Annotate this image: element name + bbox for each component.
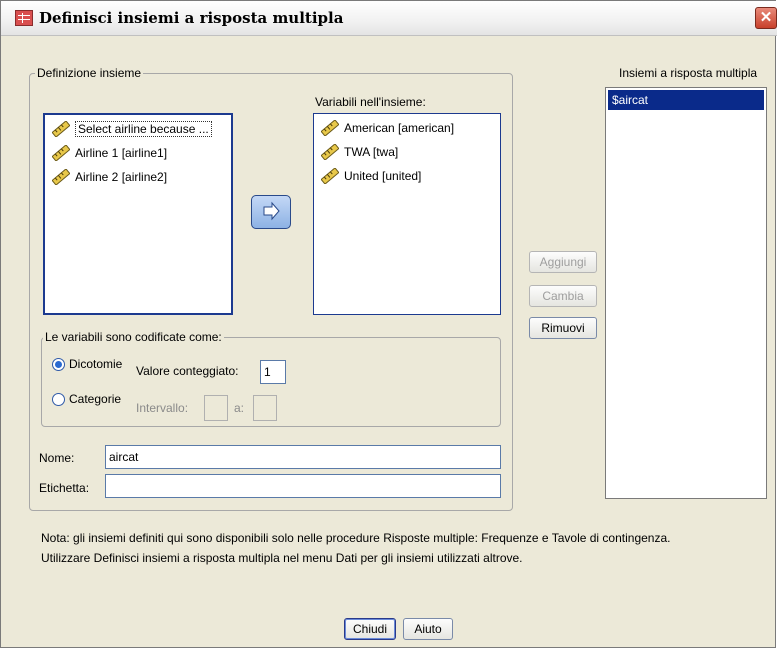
list-item[interactable]: American [american] — [314, 116, 500, 140]
ruler-icon — [321, 144, 339, 160]
change-button[interactable]: Cambia — [529, 285, 597, 307]
list-item-label: American [american] — [344, 121, 455, 135]
name-input[interactable]: aircat — [105, 445, 501, 469]
source-variable-list[interactable]: Select airline because ... Airline 1 [ai… — [43, 113, 233, 315]
list-item[interactable]: $aircat — [608, 90, 764, 110]
dichotomies-radio[interactable] — [52, 358, 65, 371]
note-line-2: Utilizzare Definisci insiemi a risposta … — [41, 551, 523, 565]
move-right-button[interactable] — [251, 195, 291, 229]
list-item-label: Airline 2 [airline2] — [75, 170, 168, 184]
window-title: Definisci insiemi a risposta multipla — [39, 9, 344, 27]
list-item[interactable]: Select airline because ... — [45, 117, 231, 141]
close-window-button[interactable]: ✕ — [755, 7, 777, 29]
help-button[interactable]: Aiuto — [403, 618, 453, 640]
list-item-label: Airline 1 [airline1] — [75, 146, 168, 160]
categories-radio[interactable] — [52, 393, 65, 406]
ruler-icon — [52, 145, 70, 161]
list-item-label: TWA [twa] — [344, 145, 399, 159]
dialog-window: Definisci insiemi a risposta multipla ✕ … — [0, 0, 777, 648]
close-button[interactable]: Chiudi — [344, 618, 396, 640]
counted-value-input[interactable]: 1 — [260, 360, 286, 384]
range-to-label: a: — [234, 401, 245, 415]
set-variables-label: Variabili nell'insieme: — [315, 95, 426, 109]
categories-label[interactable]: Categorie — [69, 392, 121, 406]
remove-button[interactable]: Rimuovi — [529, 317, 597, 339]
set-variables-list[interactable]: American [american] TWA [twa] United [un… — [313, 113, 501, 315]
arrow-right-icon — [263, 201, 280, 221]
range-from-input — [204, 395, 228, 421]
list-item[interactable]: Airline 1 [airline1] — [45, 141, 231, 165]
range-to-input — [253, 395, 277, 421]
note-line-1: Nota: gli insiemi definiti qui sono disp… — [41, 531, 671, 545]
list-item[interactable]: Airline 2 [airline2] — [45, 165, 231, 189]
name-label: Nome: — [39, 451, 75, 465]
list-item-label: United [united] — [344, 169, 422, 183]
ruler-icon — [321, 120, 339, 136]
ruler-icon — [321, 168, 339, 184]
title-bar: Definisci insiemi a risposta multipla ✕ — [1, 1, 777, 36]
list-item-label: Select airline because ... — [75, 121, 212, 137]
response-sets-list[interactable]: $aircat — [605, 87, 767, 499]
dichotomies-label[interactable]: Dicotomie — [69, 357, 122, 371]
coding-group-legend: Le variabili sono codificate come: — [43, 330, 224, 344]
counted-value-label: Valore conteggiato: — [136, 364, 239, 378]
definition-group-legend: Definizione insieme — [35, 66, 144, 80]
list-item[interactable]: United [united] — [314, 164, 500, 188]
add-button[interactable]: Aggiungi — [529, 251, 597, 273]
sets-list-label: Insiemi a risposta multipla — [619, 66, 758, 80]
label-input[interactable] — [105, 474, 501, 498]
label-label: Etichetta: — [39, 481, 90, 495]
list-item[interactable]: TWA [twa] — [314, 140, 500, 164]
ruler-icon — [52, 121, 70, 137]
range-label: Intervallo: — [136, 401, 189, 415]
ruler-icon — [52, 169, 70, 185]
spss-app-icon — [15, 10, 33, 26]
